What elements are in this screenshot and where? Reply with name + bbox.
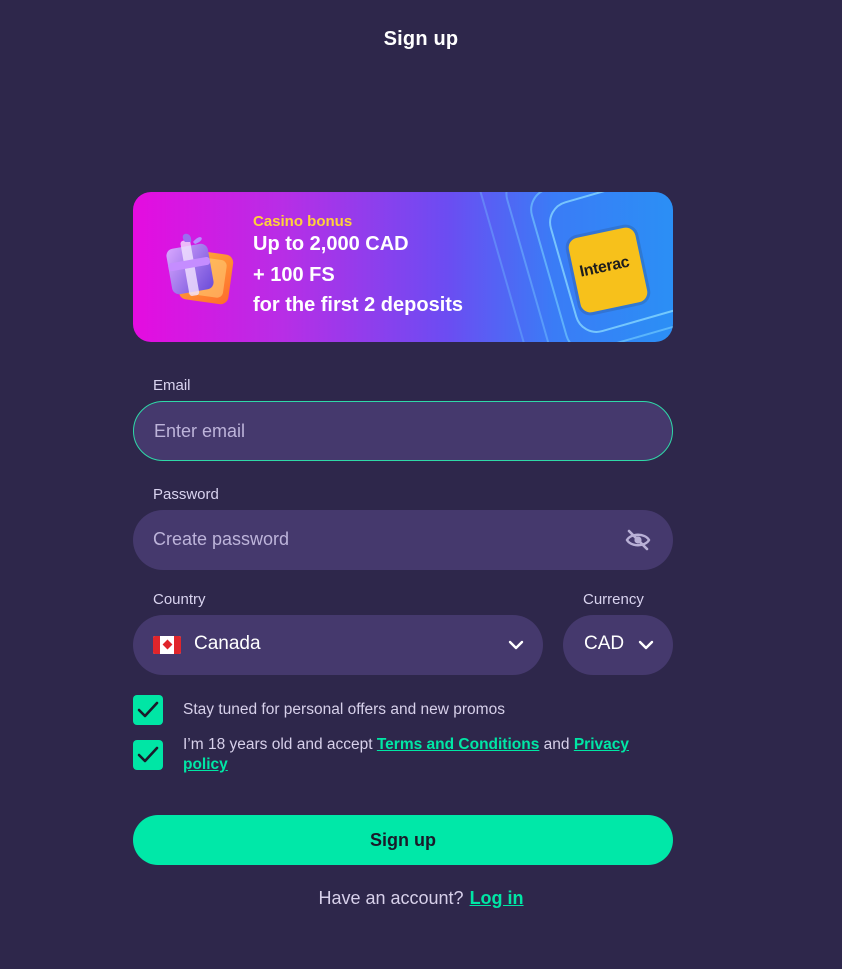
promos-checkbox-label: Stay tuned for personal offers and new p… <box>183 701 505 718</box>
terms-middle-text: and <box>539 736 574 753</box>
login-prompt: Have an account? <box>318 888 464 908</box>
eye-off-icon[interactable] <box>625 528 651 552</box>
password-label: Password <box>153 486 219 503</box>
bonus-free-spins: + 100 FS <box>253 264 335 286</box>
email-label: Email <box>153 377 191 394</box>
password-field-container[interactable] <box>133 510 673 570</box>
currency-label: Currency <box>583 591 644 608</box>
gift-box-icon <box>166 233 234 305</box>
country-label: Country <box>153 591 206 608</box>
bonus-label: Casino bonus <box>253 213 353 230</box>
country-select[interactable]: Canada <box>133 615 543 675</box>
email-field-container[interactable] <box>133 401 673 461</box>
page-title: Sign up <box>383 28 459 50</box>
check-icon <box>137 701 159 718</box>
bonus-banner[interactable]: Interac Casino bonus Up to 2,000 CAD + 1… <box>133 192 673 342</box>
country-value: Canada <box>194 633 261 654</box>
currency-value: CAD <box>584 633 625 654</box>
email-field[interactable] <box>154 402 594 460</box>
check-icon <box>137 746 159 763</box>
currency-select[interactable]: CAD <box>563 615 673 675</box>
login-link[interactable]: Log in <box>470 888 524 908</box>
chevron-down-icon <box>508 640 524 650</box>
terms-checkbox-label: I’m 18 years old and accept Terms and Co… <box>183 735 663 775</box>
promos-checkbox[interactable] <box>133 695 163 725</box>
terms-link[interactable]: Terms and Conditions <box>377 736 539 753</box>
terms-checkbox[interactable] <box>133 740 163 770</box>
bonus-condition: for the first 2 deposits <box>253 294 464 316</box>
password-field[interactable] <box>153 510 593 568</box>
terms-prefix-text: I’m 18 years old and accept <box>183 736 377 753</box>
interac-logo-text: Interac <box>578 253 631 281</box>
chevron-down-icon <box>638 640 654 650</box>
login-prompt-row: Have an account? Log in <box>0 888 842 909</box>
bonus-amount: Up to 2,000 CAD <box>253 233 409 255</box>
sign-up-button[interactable]: Sign up <box>133 815 673 865</box>
canada-flag-icon <box>153 636 181 654</box>
